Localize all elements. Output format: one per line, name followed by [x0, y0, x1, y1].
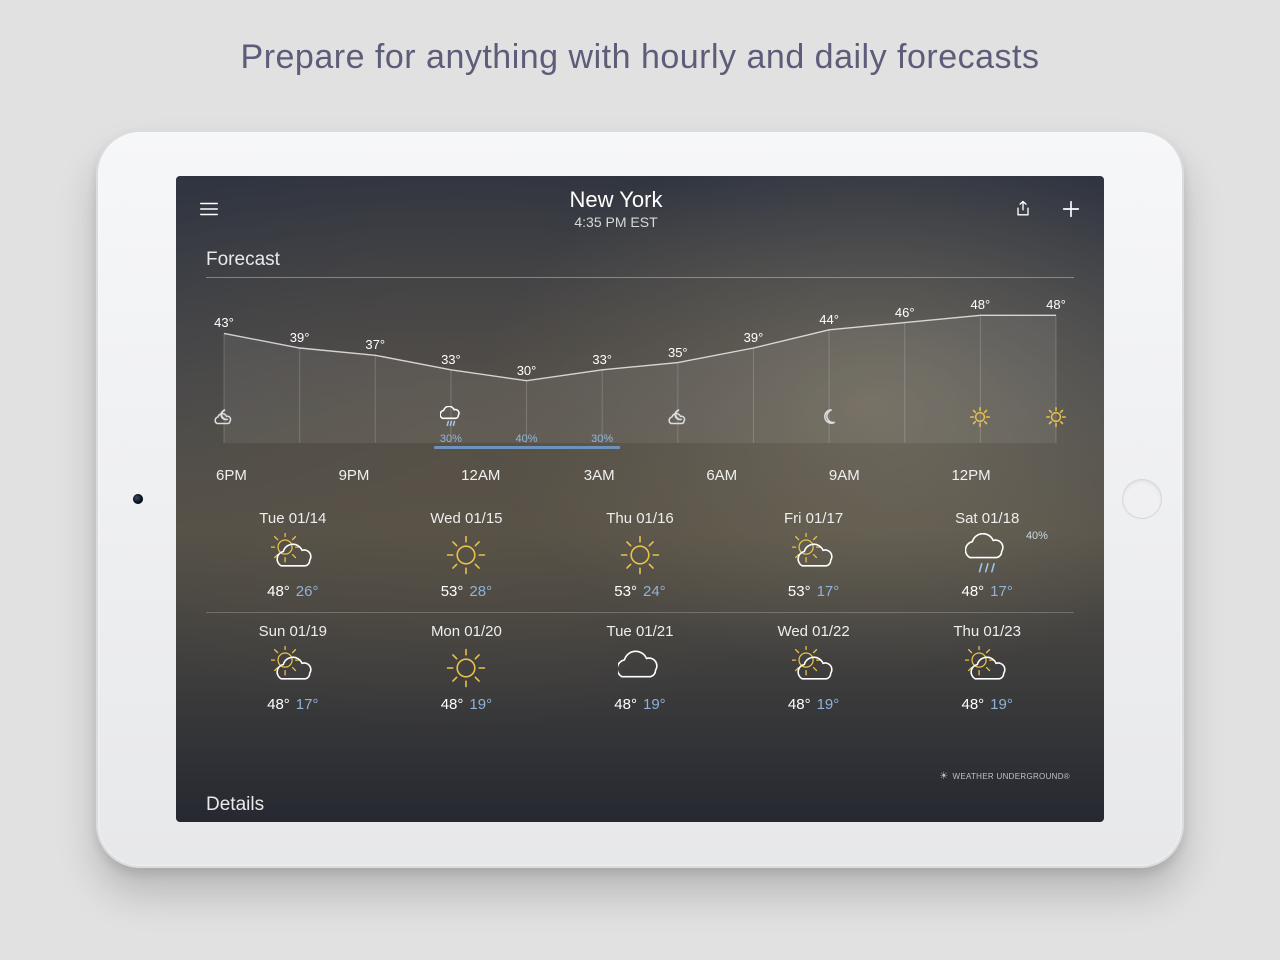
menu-button[interactable] — [198, 198, 220, 220]
details-section-title[interactable]: Details — [206, 794, 264, 816]
sunny-icon — [618, 533, 662, 577]
daily-forecast-item[interactable]: Sat 01/18 48°17° 40% — [900, 500, 1074, 612]
daily-forecast: Tue 01/14 48°26° Wed 01/15 53°28° Thu 01/16 5… — [206, 500, 1074, 725]
city-name: New York — [570, 186, 663, 214]
share-button[interactable] — [1012, 198, 1034, 220]
day-date-label: Sat 01/18 — [955, 510, 1019, 527]
hourly-temp-label: 39° — [290, 330, 310, 345]
day-date-label: Tue 01/14 — [259, 510, 326, 527]
daily-forecast-item[interactable]: Thu 01/23 48°19° — [900, 613, 1074, 725]
day-date-label: Thu 01/23 — [953, 623, 1021, 640]
moon-icon — [818, 406, 840, 428]
plus-icon — [1060, 198, 1082, 220]
hamburger-icon — [198, 198, 220, 220]
daily-forecast-item[interactable]: Wed 01/15 53°28° — [380, 500, 554, 612]
partly-cloudy-day-icon — [792, 533, 836, 577]
hourly-temp-label: 33° — [592, 352, 612, 367]
hourly-temp-label: 39° — [744, 330, 764, 345]
partly-cloudy-day-icon — [965, 646, 1009, 690]
promo-headline: Prepare for anything with hourly and dai… — [0, 0, 1280, 77]
local-time: 4:35 PM EST — [570, 214, 663, 232]
hourly-temp-label: 46° — [895, 305, 915, 320]
hourly-time-axis: 6PM9PM12AM3AM6AM9AM12PM — [206, 467, 1074, 484]
day-date-label: Sun 01/19 — [259, 623, 327, 640]
hourly-temp-label: 48° — [1046, 297, 1066, 312]
cloudy-icon — [618, 646, 662, 690]
hourly-temp-label: 48° — [971, 297, 991, 312]
day-date-label: Tue 01/21 — [606, 623, 673, 640]
partly-cloudy-night-icon — [667, 406, 689, 428]
precip-probability: 40% — [1026, 530, 1048, 542]
rain-icon — [965, 533, 1009, 577]
day-temps: 48°19° — [788, 696, 839, 713]
wu-logo-icon: ☀︎ — [939, 771, 948, 782]
daily-forecast-item[interactable]: Tue 01/21 48°19° — [553, 613, 727, 725]
rain-icon — [440, 406, 462, 428]
forecast-section-title: Forecast — [206, 249, 1074, 271]
hour-axis-label: 3AM — [584, 467, 707, 484]
day-temps: 48°19° — [441, 696, 492, 713]
hour-axis-label: 6AM — [706, 467, 829, 484]
partly-cloudy-night-icon — [213, 406, 235, 428]
data-attribution: ☀︎WEATHER UNDERGROUND® — [939, 771, 1070, 782]
daily-forecast-item[interactable]: Sun 01/19 48°17° — [206, 613, 380, 725]
location-header[interactable]: New York 4:35 PM EST — [570, 186, 663, 231]
add-location-button[interactable] — [1060, 198, 1082, 220]
day-temps: 48°19° — [614, 696, 665, 713]
hourly-temp-label: 43° — [214, 315, 234, 330]
precip-bar — [434, 446, 620, 449]
day-temps: 53°24° — [614, 583, 665, 600]
partly-cloudy-day-icon — [271, 533, 315, 577]
ipad-camera — [133, 494, 143, 504]
hour-axis-label: 12AM — [461, 467, 584, 484]
precip-label: 30% — [440, 433, 462, 445]
hourly-chart[interactable]: 43° 39° 37° 33° 30% 30° 40% 33° 30% 35° 39° 44° 46° 4… — [206, 278, 1074, 463]
day-date-label: Wed 01/22 — [777, 623, 849, 640]
daily-forecast-item[interactable]: Tue 01/14 48°26° — [206, 500, 380, 612]
day-date-label: Fri 01/17 — [784, 510, 843, 527]
sunny-icon — [444, 646, 488, 690]
sunny-icon — [1045, 406, 1067, 428]
day-date-label: Thu 01/16 — [606, 510, 674, 527]
ipad-frame: New York 4:35 PM EST Forecast 43° 39° 37° 3… — [96, 130, 1184, 868]
daily-forecast-item[interactable]: Fri 01/17 53°17° — [727, 500, 901, 612]
ipad-home-button[interactable] — [1122, 479, 1162, 519]
sunny-icon — [444, 533, 488, 577]
hour-axis-label: 6PM — [206, 467, 339, 484]
day-temps: 53°28° — [441, 583, 492, 600]
hourly-temp-label: 33° — [441, 352, 461, 367]
hour-axis-label: 9AM — [829, 467, 952, 484]
daily-forecast-item[interactable]: Thu 01/16 53°24° — [553, 500, 727, 612]
day-temps: 48°26° — [267, 583, 318, 600]
hourly-temp-label: 35° — [668, 345, 688, 360]
hourly-temp-label: 37° — [365, 337, 385, 352]
precip-label: 40% — [516, 433, 538, 445]
hour-axis-label: 9PM — [339, 467, 462, 484]
daily-forecast-item[interactable]: Mon 01/20 48°19° — [380, 613, 554, 725]
sunny-icon — [969, 406, 991, 428]
top-toolbar: New York 4:35 PM EST — [176, 176, 1104, 235]
app-screen: New York 4:35 PM EST Forecast 43° 39° 37° 3… — [176, 176, 1104, 822]
day-temps: 48°19° — [961, 696, 1012, 713]
precip-label: 30% — [591, 433, 613, 445]
partly-cloudy-day-icon — [792, 646, 836, 690]
daily-forecast-item[interactable]: Wed 01/22 48°19° — [727, 613, 901, 725]
day-date-label: Mon 01/20 — [431, 623, 502, 640]
day-temps: 48°17° — [961, 583, 1012, 600]
share-icon — [1013, 199, 1033, 219]
hour-axis-label: 12PM — [951, 467, 1074, 484]
partly-cloudy-day-icon — [271, 646, 315, 690]
hourly-temp-label: 44° — [819, 312, 839, 327]
day-temps: 48°17° — [267, 696, 318, 713]
day-date-label: Wed 01/15 — [430, 510, 502, 527]
hourly-temp-label: 30° — [517, 363, 537, 378]
day-temps: 53°17° — [788, 583, 839, 600]
